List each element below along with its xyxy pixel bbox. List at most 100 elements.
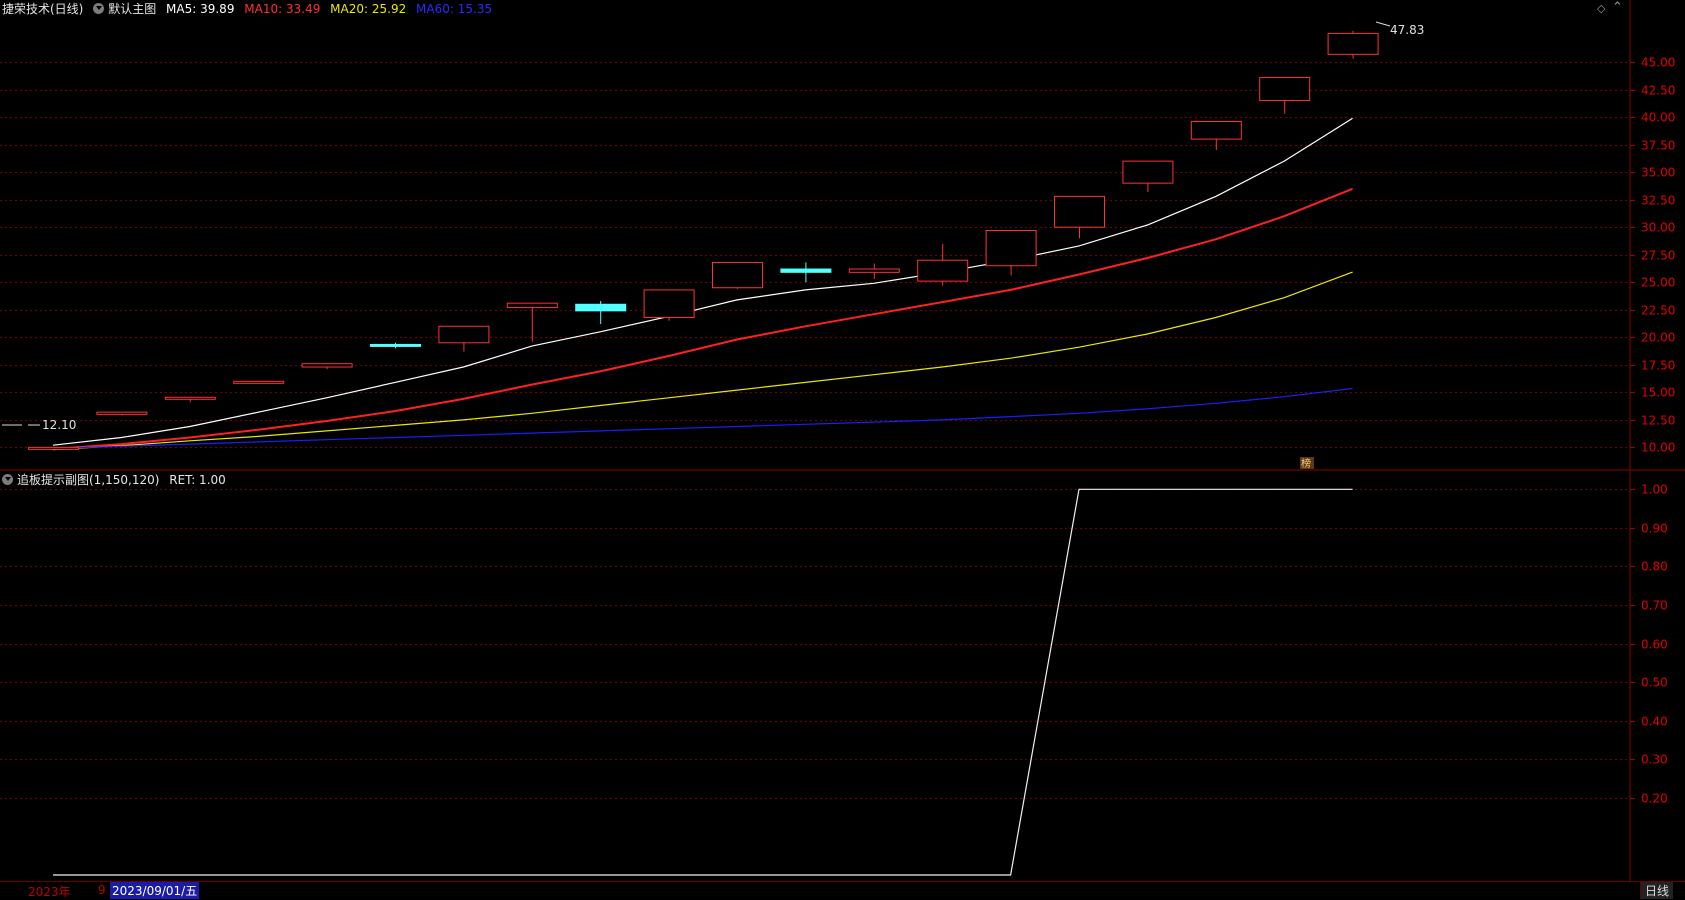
indicator-tick-label: 0.40 [1641,715,1668,729]
candle [233,380,285,384]
indicator-tick-label: 0.90 [1641,522,1668,536]
candle-body [233,380,285,384]
candle-body [917,259,969,282]
indicator-name: 追板提示副图(1,150,120) [17,473,160,487]
price-tick-label: 32.50 [1641,194,1675,208]
main-chart-header: 捷荣技术(日线) 默认主图 MA5: 39.89 MA10: 33.49 MA2… [2,1,498,17]
price-tick-label: 37.50 [1641,139,1675,153]
candle [712,261,763,289]
candle-body [848,268,900,273]
price-tick-label: 22.50 [1641,304,1675,318]
price-tick-label: 12.50 [1641,414,1675,428]
price-tick-label: 27.50 [1641,249,1675,263]
candle [575,300,627,325]
price-tick-label: 42.50 [1641,84,1675,98]
sub-chart-grid [0,489,1630,799]
candle [1122,160,1174,192]
candle-body [28,446,79,450]
candle [370,342,421,349]
candle-body [780,268,832,273]
dropdown-icon[interactable] [93,3,105,14]
candle [1327,30,1379,59]
indicator-tick-label: 1.00 [1641,483,1668,497]
candle [506,302,558,342]
candle-body [438,325,490,344]
ma20-value: MA20: 25.92 [330,2,407,16]
candle [848,263,900,279]
candle [1190,120,1242,151]
chevron-up-icon[interactable]: ⌃ [1612,0,1623,15]
diamond-icon[interactable]: ◇ [1597,2,1605,15]
high-price-marker: 47.83 [1375,21,1424,37]
price-tick-label: 40.00 [1641,111,1675,125]
price-tick-label: 20.00 [1641,331,1675,345]
main-chart-grid [0,62,1630,448]
chart-canvas[interactable]: 10.00 12.50 15.00 17.50 20.00 22.50 25.00 27.50… [0,0,1685,881]
indicator-tick-label: 0.70 [1641,599,1668,613]
ret-indicator-line [53,488,1353,876]
candle-body [575,303,627,312]
ma60-value: MA60: 15.35 [416,2,493,16]
candle [96,411,148,416]
candle-body [1054,195,1105,228]
high-price-label: 47.83 [1390,23,1424,37]
price-tick-label: 30.00 [1641,221,1675,235]
candle [985,229,1037,276]
candle [780,262,832,283]
stock-chart-window: 10.00 12.50 15.00 17.50 20.00 22.50 25.00 27.50… [0,0,1685,899]
candle-body [1327,32,1379,55]
price-tick-label: 25.00 [1641,276,1675,290]
candle [28,446,79,450]
indicator-tick-label: 0.30 [1641,753,1668,767]
candle-body [985,229,1037,267]
candle-body [712,261,763,289]
ma10-line [52,187,1353,450]
candle-body [164,396,216,400]
price-tick-label: 15.00 [1641,386,1675,400]
candle-body [370,343,421,347]
candle-body [1190,120,1242,140]
time-axis-bar: 2023年 9 2023/09/01/五 日线 [0,881,1685,899]
ma60-line [52,387,1353,450]
candlestick-series [28,30,1379,450]
ma20-line [52,271,1353,451]
ma10-value: MA10: 33.49 [244,2,321,16]
period-button[interactable]: 日线 [1640,882,1674,899]
candle-body [1122,160,1174,184]
ret-value: RET: 1.00 [169,473,226,487]
low-price-label: 12.10 [42,418,76,432]
candle [1054,195,1105,239]
candle-body [643,289,695,318]
indicator-tick-label: 0.50 [1641,676,1668,690]
sub-chart-header: 追板提示副图(1,150,120) RET: 1.00 [2,472,232,488]
candle [301,363,353,370]
year-label: 2023年 [28,885,71,899]
cursor-date-label: 2023/09/01/五 [110,882,200,899]
indicator-tick-label: 0.80 [1641,560,1668,574]
candle-body [506,302,558,309]
ma5-value: MA5: 39.89 [166,2,235,16]
candle-body [1259,76,1311,102]
indicator-tick-label: 0.60 [1641,638,1668,652]
price-tick-label: 35.00 [1641,166,1675,180]
candle [164,396,216,403]
candle [438,325,490,352]
dropdown-icon[interactable] [2,474,13,485]
stock-name[interactable]: 捷荣技术(日线) [2,2,83,16]
template-label: 默认主图 [108,2,157,16]
price-tick-label: 17.50 [1641,359,1675,373]
list-badge[interactable]: 榜 [1300,457,1314,470]
low-price-marker: 12.10 [2,418,76,432]
list-badge-label: 榜 [1301,457,1311,470]
price-tick-label: 45.00 [1641,56,1675,70]
candle [1259,76,1311,114]
candle-body [96,411,148,415]
candle [643,289,695,321]
indicator-selector[interactable]: 追板提示副图(1,150,120) [2,473,159,487]
template-selector[interactable]: 默认主图 [93,2,156,16]
main-price-axis: 10.00 12.50 15.00 17.50 20.00 22.50 25.00 27.50… [1630,56,1675,455]
indicator-tick-label: 0.20 [1641,792,1668,806]
candle-body [301,363,353,368]
ret-line [53,488,1353,876]
month-label: 9 [98,883,106,897]
